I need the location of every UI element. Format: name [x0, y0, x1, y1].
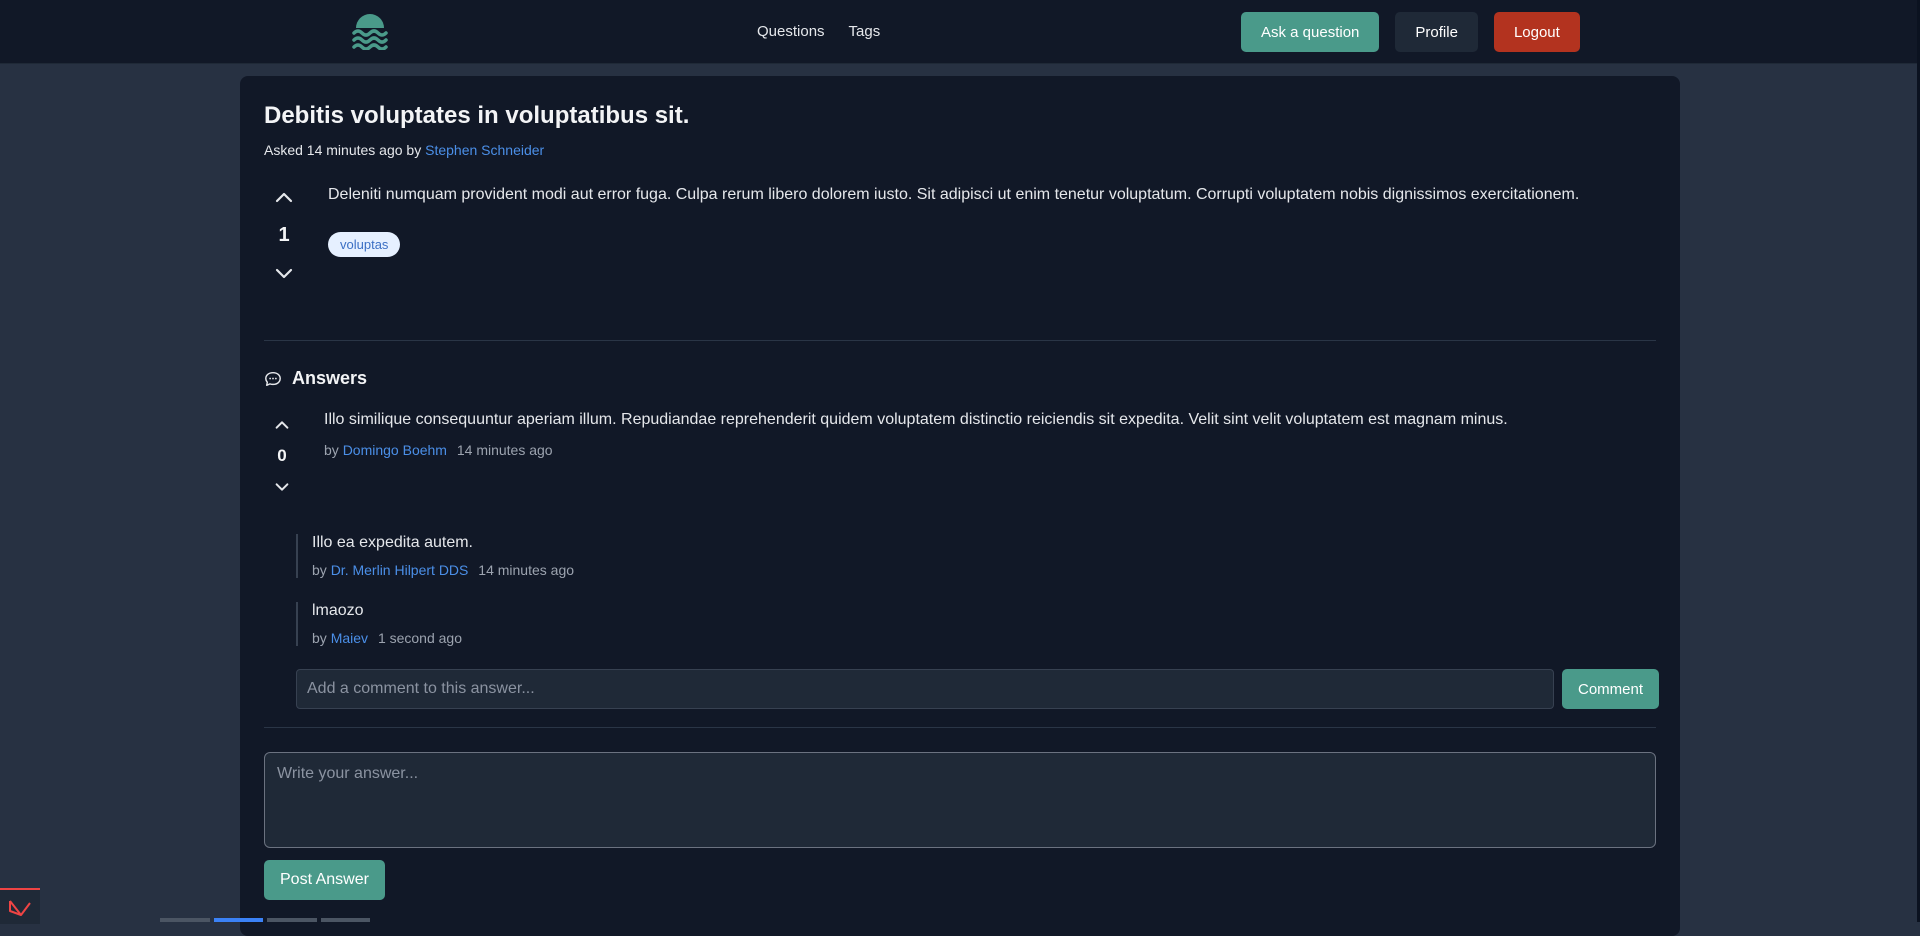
downvote-icon[interactable] — [273, 478, 291, 496]
answer-vote-control: 0 — [262, 416, 302, 496]
nav-actions: Ask a question Profile Logout — [1241, 12, 1580, 52]
comment-by-label: by — [312, 562, 327, 578]
question-title: Debitis voluptates in voluptatibus sit. — [264, 102, 690, 129]
debugbar-tab[interactable] — [160, 918, 210, 922]
tag-voluptas[interactable]: voluptas — [328, 232, 401, 257]
comment-item: Illo ea expedita autem. by Dr. Merlin Hi… — [296, 534, 574, 578]
answers-title: Answers — [292, 368, 368, 388]
comment-author-link[interactable]: Dr. Merlin Hilpert DDS — [331, 562, 469, 578]
comment-button[interactable]: Comment — [1562, 669, 1660, 709]
debugbar-tabs[interactable] — [160, 918, 370, 922]
nav-links: Questions Tags — [757, 0, 880, 63]
comment-meta: by Maiev 1 second ago — [312, 630, 462, 646]
question-meta: Asked 14 minutes ago by Stephen Schneide… — [264, 142, 544, 158]
downvote-icon[interactable] — [274, 263, 294, 283]
question-body: Deleniti numquam provident modi aut erro… — [328, 186, 1580, 203]
comment-time: 1 second ago — [377, 630, 463, 646]
comment-by-label: by — [312, 630, 327, 646]
answer-time: 14 minutes ago — [456, 442, 553, 458]
question-vote-count: 1 — [278, 224, 290, 246]
logo-icon[interactable] — [350, 14, 390, 50]
question-vote-control: 1 — [264, 188, 304, 283]
top-navbar: Questions Tags Ask a question Profile Lo… — [0, 0, 1917, 64]
comment-text: lmaozo — [312, 602, 364, 619]
answer-by-label: by — [324, 442, 339, 458]
profile-button[interactable]: Profile — [1395, 12, 1478, 52]
upvote-icon[interactable] — [274, 188, 294, 208]
answer-author-link[interactable]: Domingo Boehm — [343, 442, 447, 458]
debugbar-tab[interactable] — [213, 918, 263, 922]
answer-meta: by Domingo Boehm 14 minutes ago — [324, 442, 553, 458]
comment-input[interactable] — [296, 669, 1554, 709]
divider — [264, 727, 1656, 728]
upvote-icon[interactable] — [273, 416, 291, 434]
comment-item: lmaozo by Maiev 1 second ago — [296, 602, 462, 646]
question-card: Debitis voluptates in voluptatibus sit. … — [240, 76, 1680, 936]
nav-link-tags[interactable]: Tags — [849, 23, 881, 40]
answer-body: Illo similique consequuntur aperiam illu… — [324, 411, 1508, 428]
debugbar-icon — [9, 900, 31, 916]
debugbar-tab[interactable] — [267, 918, 317, 922]
debugbar-tab[interactable] — [320, 918, 370, 922]
comment-text: Illo ea expedita autem. — [312, 534, 473, 551]
nav-link-questions[interactable]: Questions — [757, 23, 825, 40]
question-asked-text: Asked 14 minutes ago by — [264, 142, 422, 158]
answer-vote-count: 0 — [277, 446, 287, 465]
logout-button[interactable]: Logout — [1493, 12, 1580, 52]
answer-textarea[interactable] — [264, 752, 1656, 848]
chat-bubble-icon — [265, 371, 281, 386]
comment-author-link[interactable]: Maiev — [331, 630, 368, 646]
divider — [264, 340, 1656, 341]
question-author-link[interactable]: Stephen Schneider — [425, 142, 544, 158]
post-answer-button[interactable]: Post Answer — [264, 860, 385, 900]
ask-question-button[interactable]: Ask a question — [1241, 12, 1380, 52]
debugbar-toggle[interactable] — [0, 888, 40, 924]
comment-meta: by Dr. Merlin Hilpert DDS 14 minutes ago — [312, 562, 574, 578]
comment-time: 14 minutes ago — [478, 562, 575, 578]
answers-heading: Answers — [264, 368, 367, 389]
